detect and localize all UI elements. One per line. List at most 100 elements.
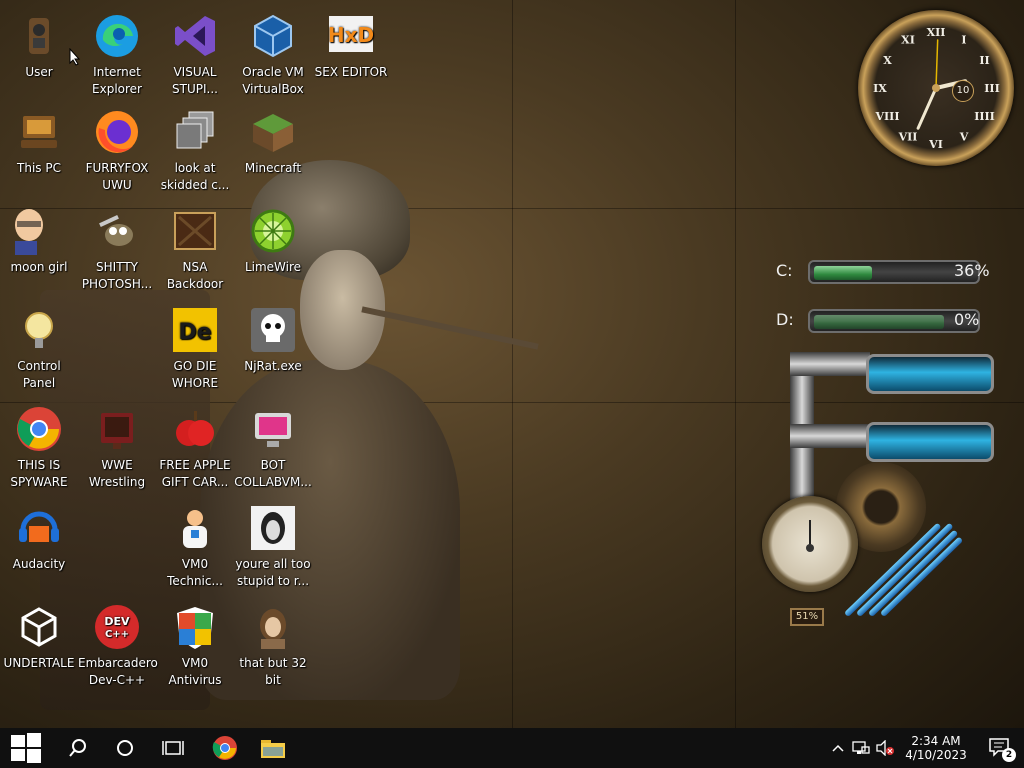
gimp-icon: [93, 207, 141, 255]
disk-meter-c: C: 36%: [742, 258, 1002, 288]
devcpp-icon: DEV C++: [93, 603, 141, 651]
network-button[interactable]: [850, 728, 872, 768]
firefox-icon: [93, 108, 141, 156]
tray-time: 2:34 AM: [911, 734, 961, 748]
nsa-backdoor-icon: [171, 207, 219, 255]
desktop-icon-this-is-spyware[interactable]: THIS IS SPYWARE: [0, 403, 78, 491]
limewire-icon: [249, 207, 297, 255]
desktop-icon-youre-all-too-stupid[interactable]: youre all too stupid to r...: [234, 502, 312, 590]
desktop-icon-vm0-antivirus[interactable]: VM0 Antivirus: [156, 601, 234, 689]
search-button[interactable]: [58, 728, 98, 768]
clock-numeral: VI: [928, 138, 943, 151]
start-button[interactable]: [0, 728, 52, 768]
gauge-percent: 51%: [790, 608, 824, 626]
clock-minute-hand: [916, 86, 938, 130]
desktop-icon-audacity[interactable]: Audacity: [0, 502, 78, 573]
notification-count-badge: 2: [1002, 748, 1016, 762]
windows-logo-icon: [11, 733, 41, 763]
minecraft-icon: [249, 108, 297, 156]
desktop-icon-this-pc[interactable]: This PC: [0, 106, 78, 177]
clock-second-hand: [935, 39, 939, 89]
disk-d-percent: 0%: [954, 310, 980, 329]
desktop-icon-internet-explorer[interactable]: Internet Explorer: [78, 10, 156, 98]
desktop-icon-bot-collabvm[interactable]: BOT COLLABVM...: [234, 403, 312, 491]
wwe-icon: [93, 405, 141, 453]
desktop-icon-shitty-photoshop[interactable]: SHITTY PHOTOSH...: [78, 205, 156, 293]
task-view-button[interactable]: [152, 728, 194, 768]
desktop-icon-virtualbox[interactable]: Oracle VM VirtualBox: [234, 10, 312, 98]
pressure-dial: [762, 496, 858, 592]
desktop-icon-dev-cpp[interactable]: DEV C++ Embarcadero Dev-C++: [78, 601, 158, 689]
clock-date-badge: 10: [952, 80, 974, 102]
disk-d-label: D:: [776, 310, 794, 329]
disk-c-fill: [814, 266, 872, 280]
desktop-icon-user[interactable]: User: [0, 10, 78, 81]
user-folder-icon: [15, 12, 63, 60]
desktop-icon-visual-studio[interactable]: VISUAL STUPI...: [156, 10, 234, 98]
svg-text:DEV: DEV: [104, 615, 130, 628]
control-panel-icon: [15, 306, 63, 354]
chrome-icon: [212, 736, 237, 760]
mouse-cursor: [69, 48, 81, 66]
desktop-icon-vm0-technician[interactable]: VM0 Technic...: [156, 502, 234, 590]
clock-numeral: VII: [898, 130, 918, 143]
shield-icon: [171, 603, 219, 651]
action-center-button[interactable]: 2: [978, 728, 1022, 768]
desktop-icon-sex-editor[interactable]: HxD SEX EDITOR: [312, 10, 390, 81]
pipe-middle: [790, 424, 870, 448]
svg-text:De: De: [178, 320, 211, 345]
desktop-icon-njrat[interactable]: NjRat.exe: [234, 304, 312, 375]
desktop-icon-control-panel[interactable]: Control Panel: [0, 304, 78, 392]
clock-numeral: XII: [927, 26, 946, 39]
clock-numeral: II: [979, 54, 989, 67]
portrait-icon: [249, 603, 297, 651]
network-icon: [852, 741, 870, 754]
clock-numeral: IX: [873, 82, 887, 95]
search-icon: [69, 739, 86, 757]
volume-muted-icon: [876, 740, 894, 756]
clock-widget[interactable]: XII I II III IIII V VI VII VIII IX X XI 10: [858, 10, 1014, 166]
tank-middle: [866, 422, 994, 462]
volume-button[interactable]: [874, 728, 896, 768]
tray-date: 4/10/2023: [905, 748, 967, 762]
visual-studio-icon: [171, 12, 219, 60]
disk-meter-d: D: 0%: [742, 307, 1002, 337]
skull-icon: [249, 306, 297, 354]
clock-tray[interactable]: 2:34 AM 4/10/2023: [898, 728, 974, 768]
technician-icon: [171, 504, 219, 552]
desktop-icon-furryfox[interactable]: FURRYFOX UWU: [78, 106, 156, 194]
cartoon-man-icon: [15, 207, 63, 255]
desktop-icon-minecraft[interactable]: Minecraft: [234, 106, 312, 177]
unity-icon: [15, 603, 63, 651]
pipe-top: [790, 352, 870, 376]
cortana-button[interactable]: [104, 728, 146, 768]
disk-c-label: C:: [776, 261, 793, 280]
clock-numeral: VIII: [875, 110, 900, 123]
clock-numeral: X: [883, 54, 892, 67]
desktop-icon-free-apple[interactable]: FREE APPLE GIFT CAR...: [156, 403, 234, 491]
tray-overflow-button[interactable]: [828, 728, 848, 768]
desktop-icon-skidded[interactable]: look at skidded c...: [156, 106, 234, 194]
desktop-icon-that-but-32-bit[interactable]: that but 32 bit: [234, 601, 312, 689]
desktop-icon-go-die[interactable]: De GO DIE WHORE: [156, 304, 234, 392]
hxd-icon: HxD: [327, 12, 375, 60]
de-icon: De: [171, 306, 219, 354]
clock-numeral: V: [959, 130, 969, 143]
taskbar-chrome[interactable]: [202, 728, 248, 768]
clock-numeral: I: [961, 34, 966, 47]
taskbar-file-explorer[interactable]: [250, 728, 296, 768]
desktop-icon-limewire[interactable]: LimeWire: [234, 205, 312, 276]
desktop-icon-nsa-backdoor[interactable]: NSA Backdoor: [156, 205, 234, 293]
chrome-icon: [15, 405, 63, 453]
desktop-icon-wwe-wrestling[interactable]: WWE Wrestling: [78, 403, 156, 491]
windows-stack-icon: [171, 108, 219, 156]
desktop-icon-moon-girl[interactable]: moon girl: [0, 205, 78, 276]
clock-numeral: XI: [901, 34, 915, 47]
file-explorer-icon: [261, 740, 285, 758]
bot-collabvm-icon: [249, 405, 297, 453]
clock-face: XIIIIIIIIIIIIVVIVIIVIIIIXXXI: [873, 26, 1000, 151]
disk-d-fill: [814, 315, 944, 329]
tank-top: [866, 354, 994, 394]
clock-numeral: III: [984, 82, 999, 95]
desktop-icon-undertale[interactable]: UNDERTALE: [0, 601, 78, 672]
